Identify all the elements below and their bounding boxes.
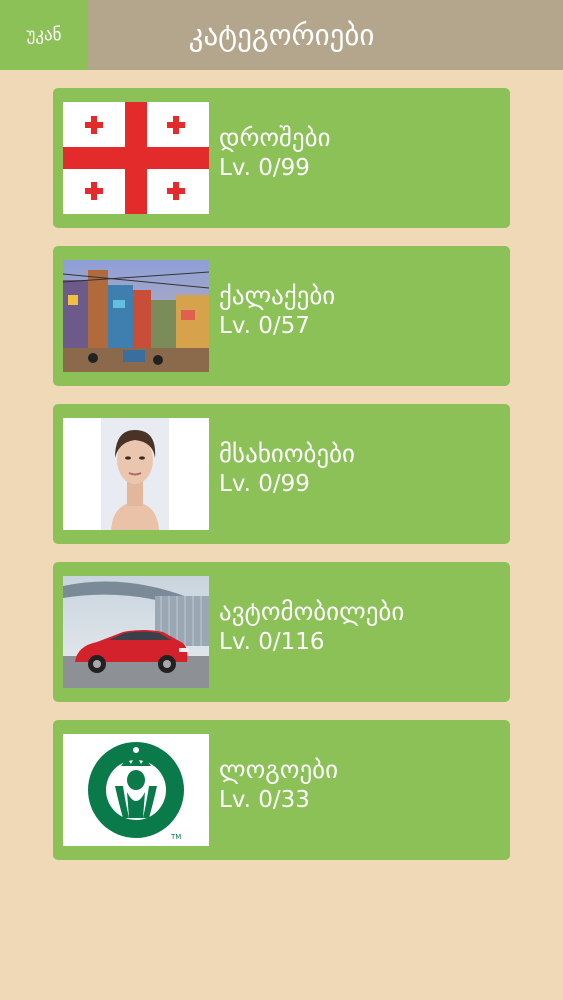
starbucks-logo-thumbnail: TM <box>63 734 209 846</box>
category-name: ლოგოები <box>219 755 339 784</box>
red-car-thumbnail <box>63 576 209 688</box>
category-card-flags[interactable]: დროშები Lv. 0/99 <box>53 88 510 228</box>
category-list: დროშები Lv. 0/99 ქალაქები Lv. 0/57 მსახი… <box>53 88 510 878</box>
georgia-flag-image <box>63 102 209 214</box>
actress-portrait-image <box>63 418 209 530</box>
category-level: Lv. 0/99 <box>219 471 310 497</box>
starbucks-logo-image: TM <box>63 734 209 846</box>
back-button-label: უკან <box>26 25 62 45</box>
category-card-cars[interactable]: ავტომობილები Lv. 0/116 <box>53 562 510 702</box>
category-name: მსახიობები <box>219 439 355 468</box>
category-card-actors[interactable]: მსახიობები Lv. 0/99 <box>53 404 510 544</box>
actress-portrait-thumbnail <box>63 418 209 530</box>
category-level: Lv. 0/99 <box>219 155 310 181</box>
category-level: Lv. 0/57 <box>219 313 310 339</box>
city-street-thumbnail <box>63 260 209 372</box>
georgia-flag-thumbnail <box>63 102 209 214</box>
page-title-text: კატეგორიები <box>188 18 375 52</box>
city-street-image <box>63 260 209 372</box>
category-name: დროშები <box>219 123 331 152</box>
category-name: ქალაქები <box>219 281 336 310</box>
category-level: Lv. 0/116 <box>219 629 325 655</box>
category-name: ავტომობილები <box>219 597 405 626</box>
top-bar: უკან კატეგორიები <box>0 0 563 70</box>
category-level: Lv. 0/33 <box>219 787 310 813</box>
svg-text:TM: TM <box>170 833 181 841</box>
category-card-cities[interactable]: ქალაქები Lv. 0/57 <box>53 246 510 386</box>
red-car-image <box>63 576 209 688</box>
page-title: კატეგორიები <box>88 0 563 70</box>
category-card-logos[interactable]: TM ლოგოები Lv. 0/33 <box>53 720 510 860</box>
back-button[interactable]: უკან <box>0 0 88 70</box>
